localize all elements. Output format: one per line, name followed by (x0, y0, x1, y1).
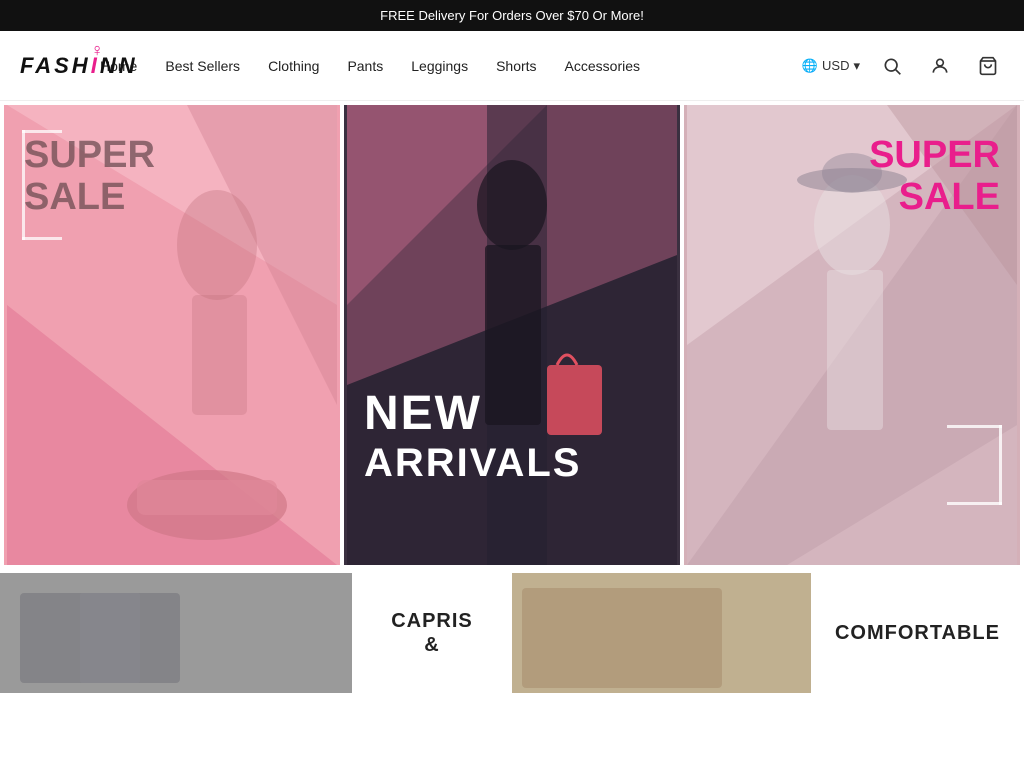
chevron-down-icon: ▾ (853, 58, 860, 74)
bracket-r-bot-h (947, 502, 1002, 505)
comfortable-label: COMFORTABLE (835, 621, 1000, 645)
logo-figure-icon: ♀ (91, 40, 105, 61)
nav-item-clothing[interactable]: Clothing (268, 58, 319, 74)
super-sale-left-label: SUPER SALE (24, 135, 155, 219)
header-actions: 🌐 USD ▾ (802, 50, 1004, 82)
nav-item-accessories[interactable]: Accessories (565, 58, 640, 74)
hero-panel-super-sale-right: SUPER SALE (684, 105, 1020, 565)
logo[interactable]: FASHiNN ♀ (20, 36, 100, 96)
capris-text-box: CAPRIS & (352, 573, 512, 693)
panel2-background-svg (344, 105, 680, 565)
account-button[interactable] (924, 50, 956, 82)
cart-button[interactable] (972, 50, 1004, 82)
main-nav: Home Best Sellers Clothing Pants Legging… (100, 58, 802, 74)
header: FASHiNN ♀ Home Best Sellers Clothing Pan… (0, 31, 1024, 101)
nav-item-leggings[interactable]: Leggings (411, 58, 468, 74)
bracket-bot-h (22, 237, 62, 240)
bracket-r-top-h (947, 425, 1002, 428)
globe-icon: 🌐 (802, 58, 818, 74)
nav-item-pants[interactable]: Pants (347, 58, 383, 74)
cart-icon (978, 56, 998, 76)
comfortable-text-box: COMFORTABLE (811, 573, 1024, 693)
capris-label-1: CAPRIS (391, 609, 473, 633)
search-button[interactable] (876, 50, 908, 82)
currency-label: USD (822, 58, 849, 73)
hero-panel-super-sale-left: SUPER SALE (4, 105, 340, 565)
bottom-panel-capris: CAPRIS & (0, 573, 512, 693)
bottom-section: CAPRIS & COMFORTABLE (0, 573, 1024, 693)
announcement-text: FREE Delivery For Orders Over $70 Or Mor… (380, 8, 644, 23)
hero-panel-new-arrivals: NEW ARRIVALS (344, 105, 680, 565)
bracket-r-v (999, 425, 1002, 505)
bottom-panel-comfortable: COMFORTABLE (512, 573, 1024, 693)
nav-item-shorts[interactable]: Shorts (496, 58, 536, 74)
search-icon (882, 56, 902, 76)
announcement-bar: FREE Delivery For Orders Over $70 Or Mor… (0, 0, 1024, 31)
bracket-top-h (22, 130, 62, 133)
super-sale-right-label: SUPER SALE (869, 135, 1000, 219)
user-icon (930, 56, 950, 76)
logo-text: FASHiNN (20, 55, 138, 77)
capris-label-2: & (424, 633, 439, 657)
nav-item-best-sellers[interactable]: Best Sellers (165, 58, 240, 74)
hero-section: SUPER SALE NEW ARRIVALS (0, 101, 1024, 569)
currency-selector[interactable]: 🌐 USD ▾ (802, 58, 860, 74)
new-arrivals-label: NEW ARRIVALS (364, 388, 581, 485)
